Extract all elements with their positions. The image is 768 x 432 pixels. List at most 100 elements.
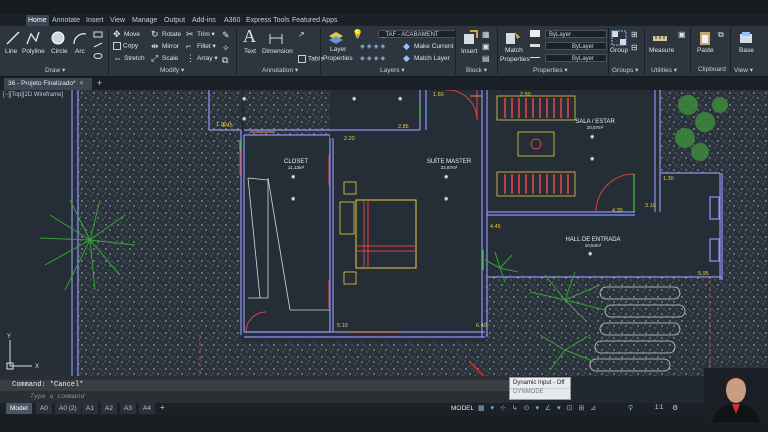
- modify-panel-title[interactable]: Modify ▾: [160, 66, 184, 74]
- layer-tools-icons[interactable]: ◈ ◈ ◈ ◈: [360, 54, 385, 62]
- new-tab-icon[interactable]: +: [97, 78, 102, 88]
- calculator-icon[interactable]: ▣: [678, 30, 686, 39]
- tab-manage[interactable]: Manage: [130, 15, 159, 26]
- line-button[interactable]: Line: [5, 48, 17, 55]
- leader-icon[interactable]: ↗: [298, 30, 305, 39]
- tab-home[interactable]: Home: [26, 15, 49, 26]
- layout-tab-a2[interactable]: A2: [101, 403, 117, 414]
- utilities-panel-title[interactable]: Utilities ▾: [651, 66, 677, 74]
- text-icon: A: [243, 26, 256, 46]
- polyline-button[interactable]: Polyline: [22, 48, 45, 55]
- scale-icon: ⤢: [151, 53, 159, 63]
- text-button[interactable]: Text: [244, 48, 256, 55]
- annotation-scale[interactable]: 1:1: [655, 405, 663, 411]
- groups-panel-title[interactable]: Groups ▾: [612, 66, 638, 74]
- arc-button[interactable]: Arc: [75, 48, 85, 55]
- model-space-button[interactable]: MODEL: [451, 405, 474, 412]
- settings-icon[interactable]: ⚙: [672, 404, 678, 412]
- properties-panel-title[interactable]: Properties ▾: [533, 66, 568, 74]
- layout-tab-a0[interactable]: A0: [36, 403, 52, 414]
- rotate-button[interactable]: ↻ Rotate: [151, 30, 181, 39]
- circle-button[interactable]: Circle: [51, 48, 68, 55]
- annotation-panel-title[interactable]: Annotation ▾: [262, 66, 298, 74]
- layout-tab-model[interactable]: Model: [6, 403, 32, 414]
- ungroup-icon[interactable]: ⊞: [631, 30, 638, 39]
- match-layer-button[interactable]: ◆ Match Layer: [403, 54, 450, 63]
- base-view-icon: [740, 32, 752, 43]
- make-current-button[interactable]: ◆ Make Current: [403, 42, 453, 51]
- layers-panel-title[interactable]: Layers ▾: [380, 66, 405, 74]
- layout-tab-a0-2[interactable]: A0 (2): [55, 403, 81, 414]
- command-input[interactable]: Type a command: [0, 392, 520, 402]
- measure-button[interactable]: Measure: [649, 47, 674, 54]
- copy-button[interactable]: Copy: [113, 42, 138, 50]
- svg-text:◉: ◉: [444, 196, 449, 202]
- layout-tab-a1[interactable]: A1: [82, 403, 98, 414]
- sala-area: 20,07m²: [587, 125, 604, 130]
- clipboard-panel-title[interactable]: Clipboard: [698, 66, 726, 73]
- group-edit-icon[interactable]: ⊟: [631, 43, 638, 52]
- annotation-scale-icon[interactable]: ⚲: [628, 404, 633, 412]
- bulb-icon[interactable]: 💡: [352, 29, 363, 40]
- copy-clip-icon[interactable]: ⧉: [718, 30, 724, 40]
- file-tab[interactable]: 36 - Projeto Finalizado* ×: [4, 78, 92, 90]
- linetype-dropdown[interactable]: ByLayer: [545, 54, 607, 62]
- insert-button[interactable]: Insert: [461, 48, 477, 55]
- color-swatch[interactable]: [530, 30, 540, 37]
- group-button[interactable]: Group: [610, 47, 628, 54]
- create-block-icon[interactable]: ▦: [482, 30, 490, 39]
- tab-add-ins[interactable]: Add-ins: [190, 15, 218, 26]
- block-attr-icon[interactable]: ▤: [482, 54, 490, 63]
- layer-dropdown[interactable]: _TAF - ACABAMENT: [378, 30, 456, 38]
- array-button[interactable]: ⋮ Array ▾: [186, 54, 218, 63]
- draw-panel-title[interactable]: Draw ▾: [45, 66, 65, 74]
- paste-icon: [700, 32, 710, 45]
- tab-featured-apps[interactable]: Featured Apps: [290, 15, 340, 26]
- layer-properties-button[interactable]: Layer: [330, 46, 346, 53]
- trim-button[interactable]: ✂ Trim ▾: [186, 30, 215, 39]
- view-panel-title[interactable]: View ▾: [734, 66, 753, 74]
- edit-block-icon[interactable]: ▣: [482, 42, 490, 51]
- rotate-icon: ↻: [151, 29, 159, 39]
- block-panel-title[interactable]: Block ▾: [466, 66, 487, 74]
- layout-tab-a3[interactable]: A3: [120, 403, 136, 414]
- title-strip: [0, 0, 768, 14]
- tab-view[interactable]: View: [108, 15, 127, 26]
- lineweight-dropdown[interactable]: ByLayer: [545, 42, 607, 50]
- tab-annotate[interactable]: Annotate: [50, 15, 82, 26]
- make-current-icon: ◆: [403, 41, 410, 51]
- drawing-canvas[interactable]: CLOSET 11,13m² SUÍTE MASTER 22,67m² SALA…: [0, 90, 768, 376]
- match-properties-button[interactable]: Match: [505, 47, 523, 54]
- command-history: Command: *Cancel*: [0, 380, 520, 391]
- viewport-controls[interactable]: [−][Top][2D Wireframe]: [3, 92, 63, 98]
- dimension-button[interactable]: Dimension: [262, 48, 293, 55]
- close-icon[interactable]: ×: [80, 80, 84, 87]
- floor-plan[interactable]: CLOSET 11,13m² SUÍTE MASTER 22,67m² SALA…: [0, 90, 768, 376]
- tab-a360[interactable]: A360: [222, 15, 242, 26]
- tab-express-tools[interactable]: Express Tools: [244, 15, 291, 26]
- color-dropdown[interactable]: ByLayer: [545, 30, 607, 38]
- dim-label: 4.45: [490, 224, 501, 230]
- linetype-dropdown-value: ByLayer: [572, 56, 595, 62]
- layout-tab-a4[interactable]: A4: [139, 403, 155, 414]
- draw-extra-icons[interactable]: [92, 30, 106, 66]
- stretch-button[interactable]: ⇔ Stretch: [113, 54, 145, 63]
- layer-state-icons[interactable]: ◈ ◈ ◈ ◈: [360, 42, 385, 50]
- paste-button[interactable]: Paste: [697, 47, 714, 54]
- erase-icon[interactable]: ✎: [222, 30, 230, 41]
- scale-button[interactable]: ⤢ Scale: [151, 54, 178, 63]
- base-button[interactable]: Base: [739, 47, 754, 54]
- dim-label: 1.60: [433, 92, 444, 98]
- tab-insert[interactable]: Insert: [84, 15, 106, 26]
- move-button[interactable]: ✥ Move: [113, 30, 140, 39]
- fillet-button[interactable]: ⌐ Fillet ▾: [186, 42, 216, 51]
- tab-output[interactable]: Output: [162, 15, 187, 26]
- explode-icon[interactable]: ✧: [222, 43, 230, 54]
- separator: [320, 28, 321, 74]
- add-layout-icon[interactable]: +: [160, 403, 165, 412]
- grid-snap-icons[interactable]: ▦ ▾ ⊹ ↳ ⊙ ▾ ∠ ▾ ⊡ ⊞ ⊿: [478, 404, 598, 412]
- move-icon: ✥: [113, 29, 121, 39]
- line-icon: [6, 31, 20, 45]
- mirror-button[interactable]: ⇹ Mirror: [151, 42, 179, 51]
- offset-icon[interactable]: ⧉: [222, 55, 228, 66]
